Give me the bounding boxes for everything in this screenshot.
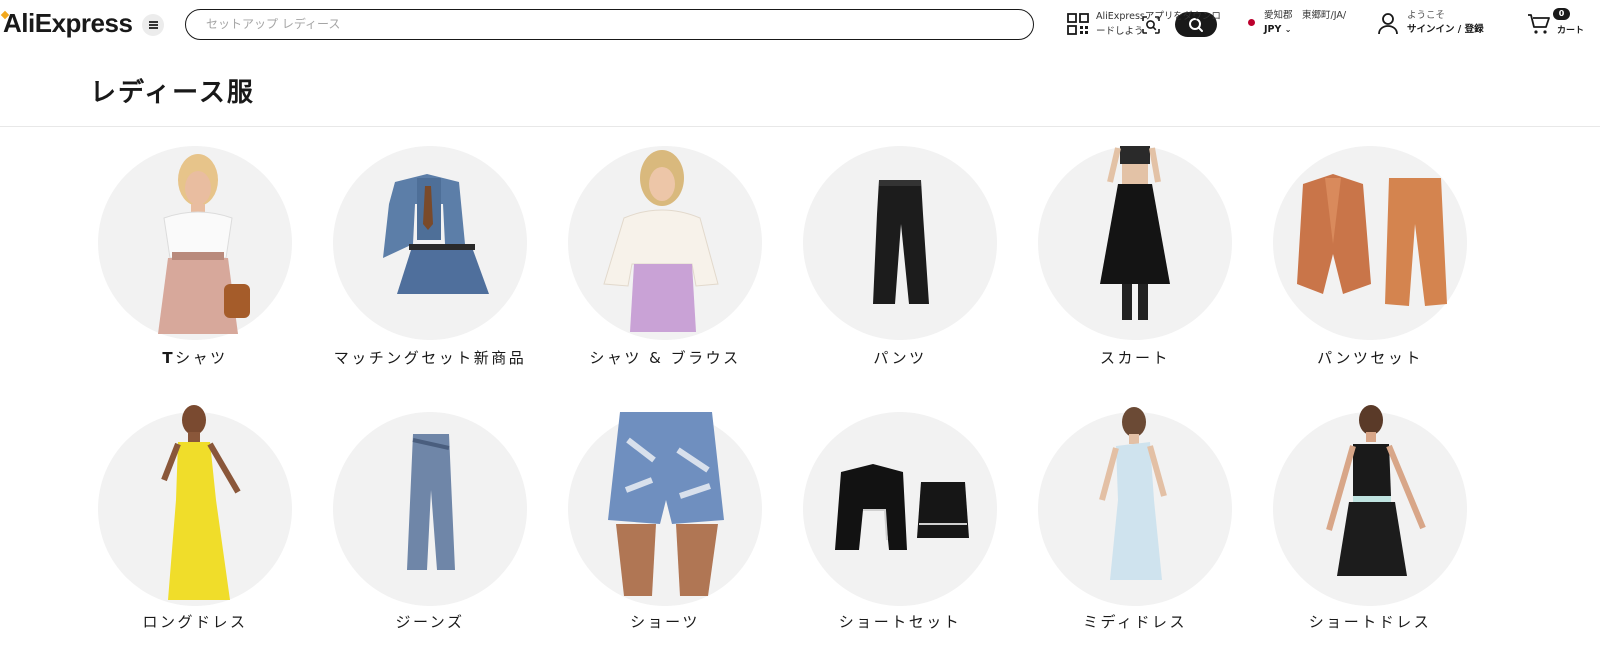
orange-suit-set-icon bbox=[1297, 174, 1447, 306]
category-label: ミディドレス bbox=[1083, 613, 1187, 631]
category-label: シャツ & ブラウス bbox=[589, 349, 741, 367]
qr-code-icon[interactable] bbox=[1067, 13, 1089, 35]
category-image bbox=[98, 146, 292, 340]
category-label: ロングドレス bbox=[142, 613, 248, 631]
category-image bbox=[98, 405, 292, 606]
category-label: Tシャツ bbox=[162, 349, 228, 367]
category-image bbox=[333, 146, 527, 340]
category-image bbox=[1038, 146, 1232, 340]
category-label: ショーツ bbox=[630, 613, 700, 631]
currency-text: JPY bbox=[1264, 24, 1282, 35]
black-fringe-dress-model-icon bbox=[1326, 405, 1426, 576]
denim-shorts-icon bbox=[608, 412, 724, 596]
category-label: ショートセット bbox=[838, 613, 962, 631]
category-label: スカート bbox=[1099, 349, 1170, 367]
category-image bbox=[1273, 405, 1467, 606]
tshirt-model-icon bbox=[158, 154, 250, 334]
aliexpress-logo[interactable]: AliExpress bbox=[0, 8, 133, 39]
region-text: 愛知郡 東郷町/JA/ bbox=[1264, 10, 1347, 21]
category-image bbox=[1273, 146, 1467, 340]
category-label: マッチングセット新商品 bbox=[333, 349, 527, 367]
welcome-text: ようこそ bbox=[1407, 10, 1446, 21]
category-image bbox=[568, 412, 762, 606]
category-label: パンツセット bbox=[1317, 349, 1423, 367]
japan-flag-icon bbox=[1248, 19, 1255, 26]
category-image bbox=[803, 412, 997, 606]
yellow-dress-model-icon bbox=[161, 405, 241, 600]
user-icon[interactable] bbox=[1377, 12, 1399, 36]
search-bar bbox=[185, 9, 1217, 40]
category-image bbox=[568, 146, 762, 340]
lace-blouse-model-icon bbox=[603, 150, 719, 332]
app-download-link[interactable]: AliExpressアプリをダウンロードしよう bbox=[1096, 9, 1228, 39]
logo-text: AliExpress bbox=[3, 8, 133, 38]
signin-link[interactable]: サインイン / 登録 bbox=[1407, 23, 1484, 37]
chevron-down-icon: ⌄ bbox=[1284, 25, 1292, 34]
cart-count-badge: 0 bbox=[1553, 8, 1570, 20]
category-image bbox=[333, 412, 527, 606]
site-header: AliExpress AliExpressアプリをダウンロードしよう 愛知郡 東… bbox=[0, 0, 1600, 48]
denim-set-icon bbox=[383, 174, 489, 294]
black-skirt-model-icon bbox=[1100, 146, 1170, 320]
search-input[interactable] bbox=[206, 13, 926, 35]
category-image bbox=[1038, 407, 1232, 606]
hamburger-menu-icon[interactable] bbox=[142, 14, 164, 36]
black-pants-icon bbox=[873, 180, 929, 304]
account-menu[interactable]: ようこそ サインイン / 登録 bbox=[1407, 9, 1484, 37]
category-image bbox=[803, 146, 997, 340]
black-short-set-icon bbox=[835, 464, 969, 550]
light-blue-dress-model-icon bbox=[1099, 407, 1167, 580]
category-label: パンツ bbox=[873, 349, 927, 367]
region-currency-selector[interactable]: 愛知郡 東郷町/JA/ JPY ⌄ bbox=[1264, 9, 1346, 37]
header-divider bbox=[0, 126, 1600, 127]
category-label: ジーンズ bbox=[395, 613, 465, 631]
category-label: ショートドレス bbox=[1308, 613, 1432, 631]
cart-label[interactable]: カート bbox=[1557, 23, 1584, 36]
jeans-icon bbox=[407, 434, 455, 570]
page-title: レディース服 bbox=[90, 78, 255, 108]
cart-icon[interactable] bbox=[1527, 13, 1551, 35]
